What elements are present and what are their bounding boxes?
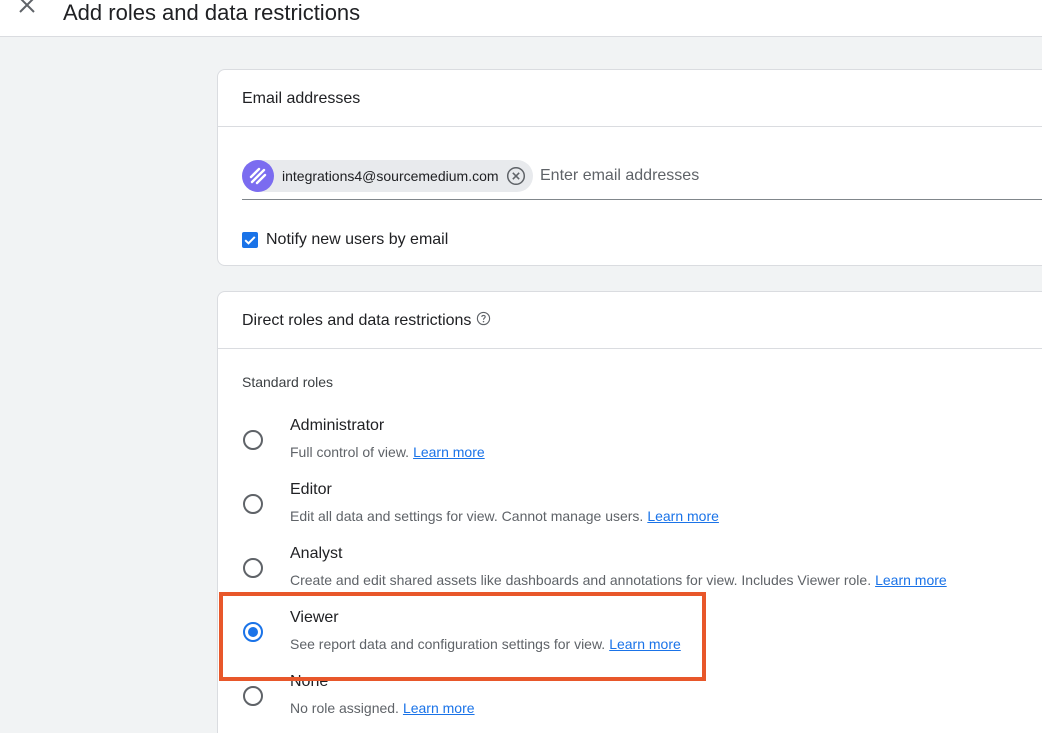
learn-more-link[interactable]: Learn more bbox=[875, 572, 947, 588]
role-name: Analyst bbox=[290, 545, 343, 562]
standard-roles-label: Standard roles bbox=[242, 374, 334, 390]
page-title: Add roles and data restrictions bbox=[63, 0, 361, 25]
cancel-circle-icon[interactable] bbox=[506, 166, 526, 186]
roles-card: Direct roles and data restrictions Stand… bbox=[217, 291, 1042, 733]
role-option-analyst[interactable]: Analyst Create and edit shared assets li… bbox=[218, 545, 1018, 601]
role-description: No role assigned. Learn more bbox=[290, 700, 475, 716]
help-circle-icon[interactable] bbox=[476, 311, 491, 326]
learn-more-link[interactable]: Learn more bbox=[609, 636, 681, 652]
role-name: None bbox=[290, 673, 329, 690]
close-icon[interactable] bbox=[16, 0, 38, 16]
role-radio-editor[interactable] bbox=[243, 494, 263, 514]
role-description-text: Full control of view. bbox=[290, 444, 410, 460]
role-description-text: See report data and configuration settin… bbox=[290, 636, 606, 652]
role-description-text: Edit all data and settings for view. Can… bbox=[290, 508, 644, 524]
roles-card-title: Direct roles and data restrictions bbox=[242, 312, 491, 330]
roles-card-header: Direct roles and data restrictions bbox=[218, 292, 1042, 349]
email-chip-text: integrations4@sourcemedium.com bbox=[282, 168, 499, 184]
checkmark-icon bbox=[244, 236, 256, 245]
email-addresses-card: Email addresses integrations4@sourcemedi… bbox=[217, 69, 1042, 266]
role-option-viewer[interactable]: Viewer See report data and configuration… bbox=[218, 609, 1018, 665]
learn-more-link[interactable]: Learn more bbox=[413, 444, 485, 460]
learn-more-link[interactable]: Learn more bbox=[403, 700, 475, 716]
role-name: Editor bbox=[290, 481, 332, 498]
role-radio-none[interactable] bbox=[243, 686, 263, 706]
role-description: Edit all data and settings for view. Can… bbox=[290, 508, 719, 524]
email-field[interactable]: integrations4@sourcemedium.com bbox=[242, 158, 1042, 200]
role-radio-analyst[interactable] bbox=[243, 558, 263, 578]
email-input[interactable] bbox=[540, 164, 940, 188]
email-chip: integrations4@sourcemedium.com bbox=[242, 160, 533, 192]
learn-more-link[interactable]: Learn more bbox=[647, 508, 719, 524]
role-description: See report data and configuration settin… bbox=[290, 636, 681, 652]
notify-label: Notify new users by email bbox=[266, 231, 449, 248]
role-radio-administrator[interactable] bbox=[243, 430, 263, 450]
role-description: Full control of view. Learn more bbox=[290, 444, 485, 460]
email-card-header: Email addresses bbox=[218, 70, 1042, 127]
roles-card-title-text: Direct roles and data restrictions bbox=[242, 312, 472, 329]
email-card-title: Email addresses bbox=[242, 90, 361, 107]
top-bar: Add roles and data restrictions bbox=[0, 0, 1042, 37]
role-name: Administrator bbox=[290, 417, 385, 434]
role-description: Create and edit shared assets like dashb… bbox=[290, 572, 947, 588]
role-name: Viewer bbox=[290, 609, 339, 626]
role-option-none[interactable]: None No role assigned. Learn more bbox=[218, 673, 1018, 729]
role-option-administrator[interactable]: Administrator Full control of view. Learn… bbox=[218, 417, 1018, 473]
role-description-text: Create and edit shared assets like dashb… bbox=[290, 572, 872, 588]
role-description-text: No role assigned. bbox=[290, 700, 399, 716]
sourcemedium-logo-icon bbox=[242, 160, 274, 192]
notify-checkbox[interactable] bbox=[242, 232, 258, 248]
role-radio-viewer[interactable] bbox=[243, 622, 263, 642]
role-option-editor[interactable]: Editor Edit all data and settings for vi… bbox=[218, 481, 1018, 537]
